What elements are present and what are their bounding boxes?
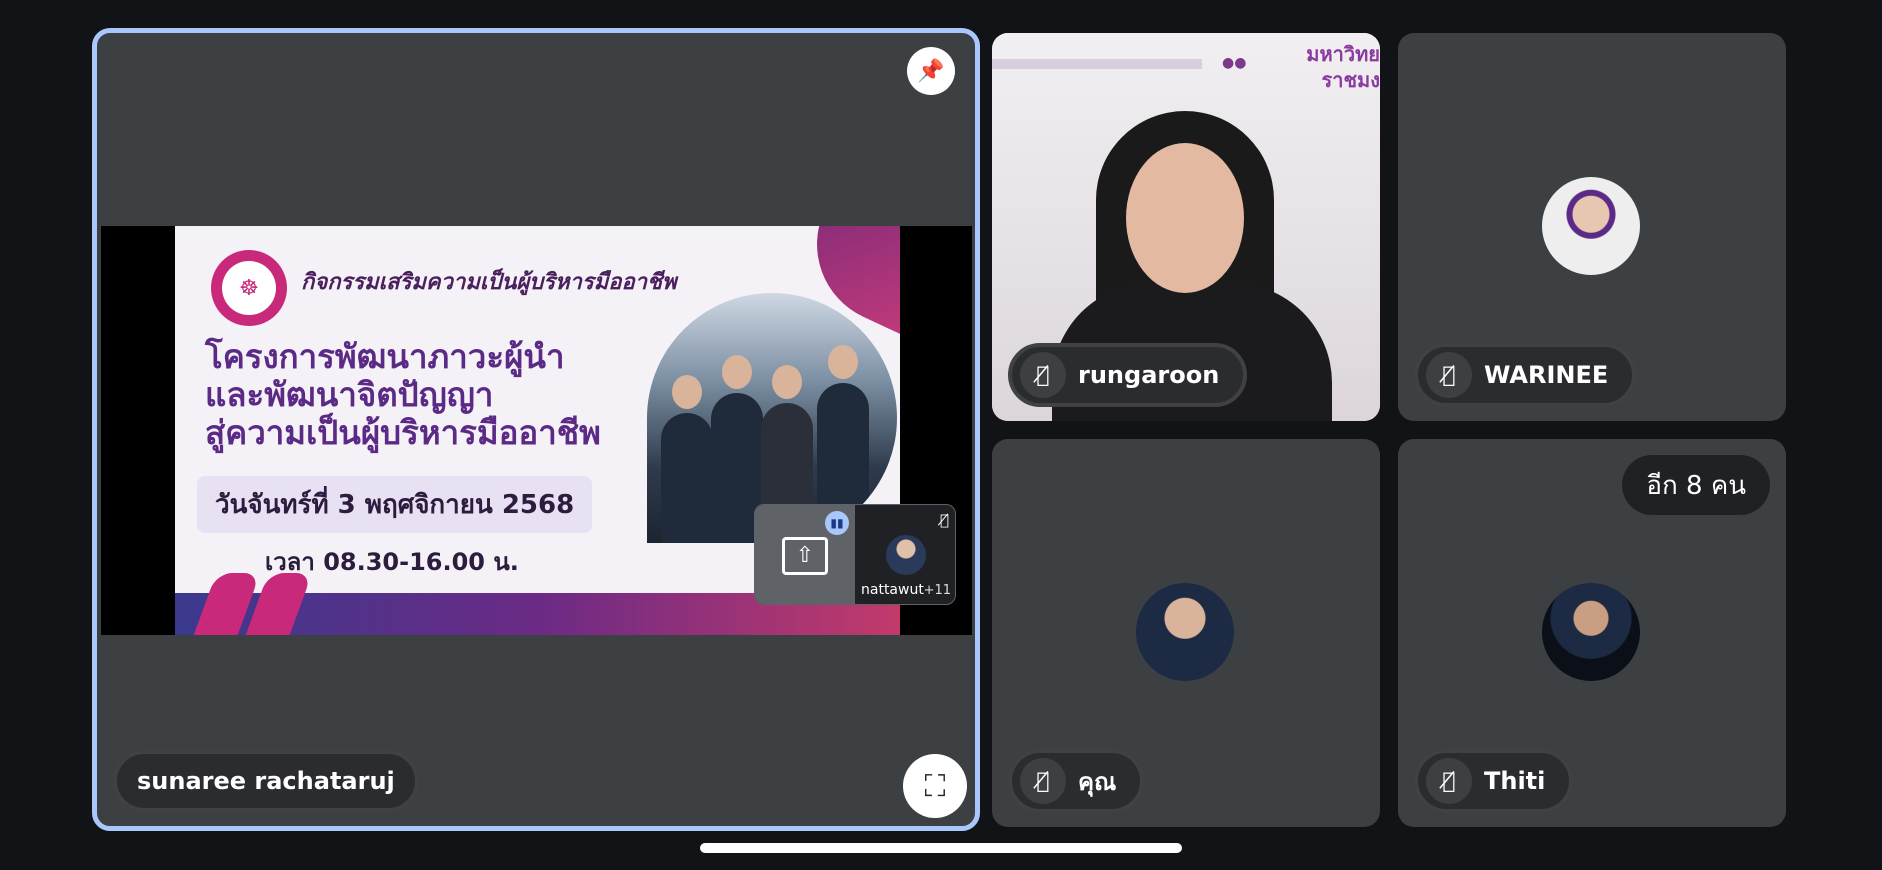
university-logo: ☸ <box>211 250 287 326</box>
picture-in-picture[interactable]: ⇧ ▮▮ 🎙̸ nattawut +11 <box>754 504 956 605</box>
slide-stripes-decoration <box>193 573 313 635</box>
participant-name: WARINEE <box>1484 361 1609 389</box>
mic-off-icon: 🎙̸ <box>1020 758 1066 804</box>
main-presentation-tile[interactable]: ☸ กิจกรรมเสริมความเป็นผู้บริหารมืออาชีพ … <box>92 28 980 831</box>
avatar <box>1542 583 1640 681</box>
participant-name: Thiti <box>1484 767 1546 795</box>
home-indicator[interactable] <box>700 843 1182 853</box>
avatar <box>886 535 926 575</box>
participant-tile-warinee[interactable]: 🎙̸ WARINEE <box>1398 33 1786 421</box>
video-wall-bar <box>992 59 1202 69</box>
pin-icon[interactable]: 📌 <box>907 47 955 95</box>
participant-tile-self[interactable]: 🎙̸ คุณ <box>992 439 1380 827</box>
pip-self-view: 🎙̸ nattawut +11 <box>855 505 955 604</box>
participant-name: rungaroon <box>1078 361 1220 389</box>
slide-title-line: และพัฒนาจิตปัญญา <box>205 375 494 414</box>
screen-share-icon: ⇧ <box>782 536 828 575</box>
participant-tile-rungaroon[interactable]: ●● มหาวิทย ราชมง 🎙̸ rungaroon <box>992 33 1380 421</box>
video-wall-logo: มหาวิทย ราชมง <box>1306 42 1380 92</box>
mic-off-icon: 🎙̸ <box>939 511 949 529</box>
pip-extra-count: +11 <box>923 583 951 598</box>
pip-participant-name: nattawut <box>861 582 924 598</box>
speaking-indicator-icon: ▮▮ <box>825 511 849 535</box>
video-wall-dots: ●● <box>1222 55 1247 71</box>
mic-off-icon: 🎙̸ <box>1426 352 1472 398</box>
screen-share-preview: ⇧ ▮▮ <box>755 505 855 604</box>
slide-title-line: โครงการพัฒนาภาวะผู้นำ <box>205 337 565 376</box>
slide-title-line: สู่ความเป็นผู้บริหารมืออาชีพ <box>205 413 601 452</box>
meeting-stage: ☸ กิจกรรมเสริมความเป็นผู้บริหารมืออาชีพ … <box>0 0 1882 870</box>
participant-tile-thiti[interactable]: อีก 8 คน 🎙̸ Thiti <box>1398 439 1786 827</box>
participant-name: คุณ <box>1078 767 1117 796</box>
participant-name-chip: 🎙̸ Thiti <box>1414 749 1574 813</box>
participant-name-chip: 🎙̸ WARINEE <box>1414 343 1637 407</box>
mic-off-icon: 🎙̸ <box>1020 352 1066 398</box>
mic-off-icon: 🎙̸ <box>1426 758 1472 804</box>
avatar <box>1136 583 1234 681</box>
avatar <box>1542 177 1640 275</box>
slide-header: กิจกรรมเสริมความเป็นผู้บริหารมืออาชีพ <box>301 270 677 295</box>
slide-title: โครงการพัฒนาภาวะผู้นำ และพัฒนาจิตปัญญา ส… <box>205 338 645 452</box>
participant-name-chip: 🎙̸ คุณ <box>1008 749 1145 813</box>
participant-video-face <box>1126 143 1244 293</box>
fullscreen-icon[interactable]: ⛶ <box>903 754 967 818</box>
participant-name-chip: 🎙̸ rungaroon <box>1008 343 1248 407</box>
slide-date: วันจันทร์ที่ 3 พฤศจิกายน 2568 <box>197 476 593 533</box>
presenter-name-chip: sunaree rachataruj <box>113 750 419 812</box>
more-participants-badge[interactable]: อีก 8 คน <box>1622 455 1770 515</box>
